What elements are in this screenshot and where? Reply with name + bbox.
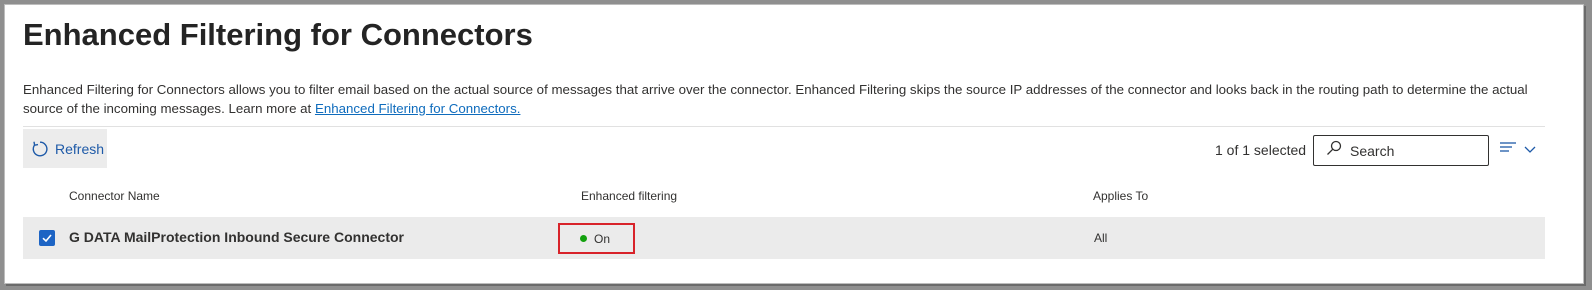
checkmark-icon bbox=[42, 234, 52, 243]
refresh-icon bbox=[31, 140, 49, 158]
main-panel: Enhanced Filtering for Connectors Enhanc… bbox=[4, 4, 1584, 284]
search-input[interactable] bbox=[1348, 141, 1482, 160]
search-box[interactable] bbox=[1313, 135, 1489, 166]
page-description: Enhanced Filtering for Connectors allows… bbox=[23, 80, 1563, 118]
column-header-connector-name[interactable]: Connector Name bbox=[69, 189, 160, 203]
selection-count: 1 of 1 selected bbox=[1215, 142, 1307, 158]
status-dot-icon bbox=[580, 235, 587, 242]
table-row[interactable]: G DATA MailProtection Inbound Secure Con… bbox=[23, 217, 1545, 259]
column-header-enhanced-filtering[interactable]: Enhanced filtering bbox=[581, 189, 677, 203]
description-text: Enhanced Filtering for Connectors allows… bbox=[23, 82, 1528, 116]
refresh-button[interactable]: Refresh bbox=[23, 129, 107, 168]
filter-menu-button[interactable] bbox=[1499, 141, 1537, 160]
learn-more-link[interactable]: Enhanced Filtering for Connectors. bbox=[315, 101, 520, 116]
row-checkbox[interactable] bbox=[39, 230, 55, 246]
connector-name-cell: G DATA MailProtection Inbound Secure Con… bbox=[69, 229, 404, 245]
applies-to-cell: All bbox=[1094, 231, 1108, 245]
refresh-label: Refresh bbox=[55, 140, 105, 157]
divider bbox=[23, 126, 1545, 127]
status-text: On bbox=[594, 231, 611, 246]
enhanced-filtering-status: On bbox=[558, 223, 635, 254]
filter-lines-icon bbox=[1499, 141, 1517, 160]
chevron-down-icon bbox=[1523, 142, 1537, 160]
search-icon bbox=[1326, 140, 1342, 161]
page-title: Enhanced Filtering for Connectors bbox=[23, 17, 533, 52]
column-header-applies-to[interactable]: Applies To bbox=[1093, 189, 1148, 203]
